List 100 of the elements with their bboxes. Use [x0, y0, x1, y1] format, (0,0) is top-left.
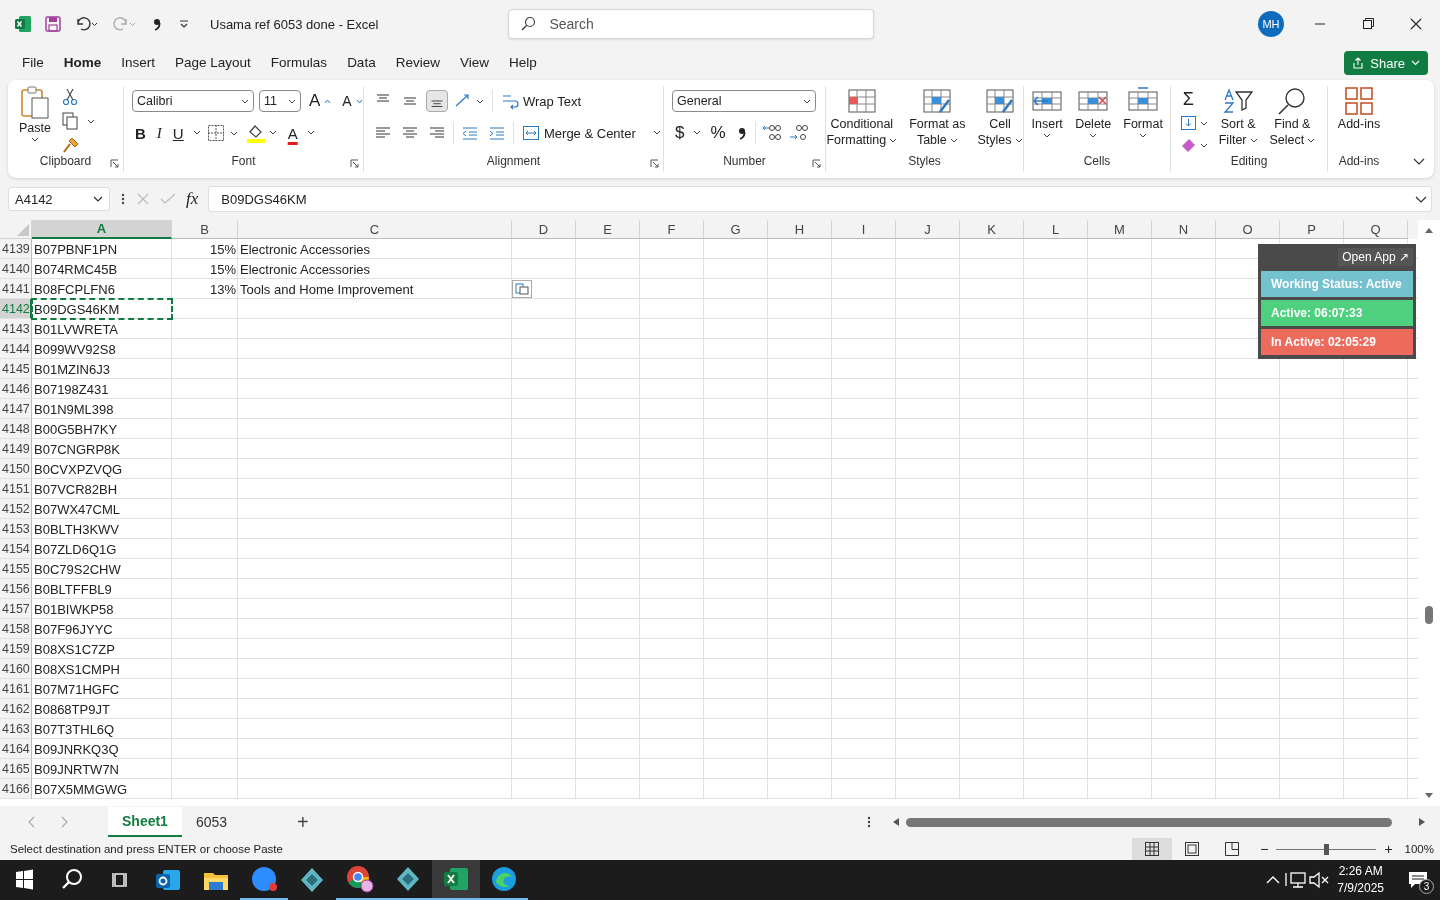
ribbon-tab[interactable]: View — [449, 50, 499, 76]
row-header[interactable]: 4151 — [0, 479, 32, 499]
row-header[interactable]: 4150 — [0, 459, 32, 479]
row-header[interactable]: 4145 — [0, 359, 32, 379]
vertical-align-icon[interactable] — [426, 90, 448, 112]
increase-decimal-icon[interactable] — [760, 123, 783, 143]
cells-button[interactable]: Format — [1120, 86, 1166, 138]
row-header[interactable]: 4154 — [0, 539, 32, 559]
sheet-tab[interactable]: Sheet1 — [108, 807, 182, 837]
sheet-tab[interactable]: 6053 — [181, 808, 242, 836]
ribbon-tab[interactable]: Data — [337, 50, 386, 76]
ribbon-tab[interactable]: Home — [53, 50, 112, 76]
row-header[interactable]: 4155 — [0, 559, 32, 579]
zoom-slider-thumb[interactable] — [1323, 843, 1329, 855]
styles-button[interactable]: Cell Styles — [974, 86, 1026, 148]
dialog-launcher-icon[interactable] — [812, 159, 821, 168]
dialog-launcher-icon[interactable] — [350, 159, 359, 168]
undo-icon[interactable] — [74, 15, 100, 33]
scroll-right-icon[interactable] — [1418, 817, 1426, 827]
name-box[interactable]: A4142 — [8, 187, 110, 211]
row-header[interactable]: 4161 — [0, 679, 32, 699]
wrap-text-button[interactable]: Wrap Text — [498, 90, 585, 112]
row-header[interactable]: 4157 — [0, 599, 32, 619]
column-header[interactable]: A — [32, 220, 172, 239]
row-header[interactable]: 4144 — [0, 339, 32, 359]
row-header[interactable]: 4139 — [0, 239, 32, 259]
fill-icon[interactable] — [1179, 114, 1210, 132]
row-header[interactable]: 4140 — [0, 259, 32, 279]
styles-button[interactable]: Format as Table — [906, 86, 969, 148]
collapse-ribbon-icon[interactable] — [1412, 157, 1426, 166]
number-format-field[interactable]: General — [672, 90, 816, 112]
row-header[interactable]: 4149 — [0, 439, 32, 459]
row-header[interactable]: 4142 — [0, 299, 32, 319]
scroll-thumb[interactable] — [1425, 606, 1433, 624]
row-header[interactable]: 4158 — [0, 619, 32, 639]
editing-button[interactable]: Sort & Filter — [1215, 86, 1261, 148]
italic-button[interactable]: I — [153, 122, 165, 144]
row-header[interactable]: 4166 — [0, 779, 32, 799]
system-clock[interactable]: 2:26 AM 7/9/2025 — [1337, 863, 1384, 897]
merge-center-button[interactable]: Merge & Center — [519, 122, 665, 144]
more-icon[interactable] — [866, 815, 872, 829]
scroll-up-icon[interactable] — [1424, 226, 1434, 234]
row-header[interactable]: 4153 — [0, 519, 32, 539]
autosum-button[interactable]: Σ — [1179, 88, 1197, 110]
bold-button[interactable]: B — [132, 122, 149, 144]
row-header[interactable]: 4163 — [0, 719, 32, 739]
row-header[interactable]: 4141 — [0, 279, 32, 299]
row-header[interactable]: 4156 — [0, 579, 32, 599]
font-color-button[interactable]: A — [284, 122, 301, 144]
dialog-launcher-icon[interactable] — [650, 159, 659, 168]
cells-button[interactable]: Delete — [1072, 86, 1115, 138]
new-sheet-button[interactable]: + — [297, 810, 309, 834]
formula-field[interactable]: B09DGS46KM — [208, 186, 1432, 212]
row-header[interactable]: 4164 — [0, 739, 32, 759]
row-header[interactable]: 4146 — [0, 379, 32, 399]
caret-icon[interactable] — [191, 130, 202, 136]
scroll-down-icon[interactable] — [1424, 792, 1434, 800]
editing-button[interactable]: Find & Select — [1266, 86, 1319, 148]
format-painter-icon[interactable] — [61, 136, 80, 154]
percent-button[interactable]: % — [707, 122, 729, 144]
user-avatar[interactable]: MH — [1258, 11, 1284, 37]
caret-icon[interactable] — [692, 130, 703, 136]
cut-icon[interactable] — [61, 88, 78, 106]
row-header[interactable]: 4162 — [0, 699, 32, 719]
normal-view-icon[interactable] — [1132, 838, 1173, 860]
add-ins-button[interactable]: Add-ins — [1334, 86, 1384, 132]
paste-options-icon[interactable] — [512, 280, 532, 298]
row-header[interactable]: 4147 — [0, 399, 32, 419]
caret-icon[interactable] — [305, 130, 316, 136]
expand-icon[interactable] — [1415, 195, 1427, 203]
row-header[interactable]: 4165 — [0, 759, 32, 779]
zoom-out-button[interactable]: − — [1260, 841, 1269, 857]
currency-button[interactable]: $ — [672, 122, 688, 144]
font-name-field[interactable]: Calibri — [132, 90, 254, 112]
zoom-in-button[interactable]: + — [1384, 841, 1393, 857]
ribbon-tab[interactable]: Insert — [111, 50, 166, 76]
zoom-level[interactable]: 100% — [1404, 843, 1434, 855]
row-header[interactable]: 4148 — [0, 419, 32, 439]
search-field[interactable]: Search — [508, 9, 875, 39]
ribbon-tab[interactable]: Help — [498, 50, 547, 76]
scroll-left-icon[interactable] — [892, 817, 900, 827]
ribbon-tab[interactable]: Review — [385, 50, 450, 76]
decrease-decimal-icon[interactable] — [787, 123, 810, 143]
dialog-launcher-icon[interactable] — [110, 159, 119, 168]
font-size-field[interactable]: 11 — [259, 90, 301, 112]
more-icon[interactable] — [120, 192, 126, 206]
insert-function-button[interactable]: fx — [186, 189, 199, 209]
grow-font-button[interactable]: A — [306, 90, 335, 112]
open-app-button[interactable]: Open App ↗ — [1338, 248, 1413, 266]
ribbon-tab[interactable]: Formulas — [260, 50, 338, 76]
paste-button[interactable]: Paste — [16, 86, 54, 142]
shrink-font-button[interactable]: A — [339, 90, 366, 112]
underline-button[interactable]: U — [169, 122, 187, 144]
share-button[interactable]: Share — [1344, 51, 1428, 75]
ribbon-tab[interactable]: Page Layout — [165, 50, 261, 76]
ribbon-tab[interactable]: File — [12, 50, 54, 76]
styles-button[interactable]: Conditional Formatting — [823, 86, 901, 148]
row-header[interactable]: 4160 — [0, 659, 32, 679]
row-header[interactable]: 4159 — [0, 639, 32, 659]
save-icon[interactable] — [44, 15, 62, 33]
